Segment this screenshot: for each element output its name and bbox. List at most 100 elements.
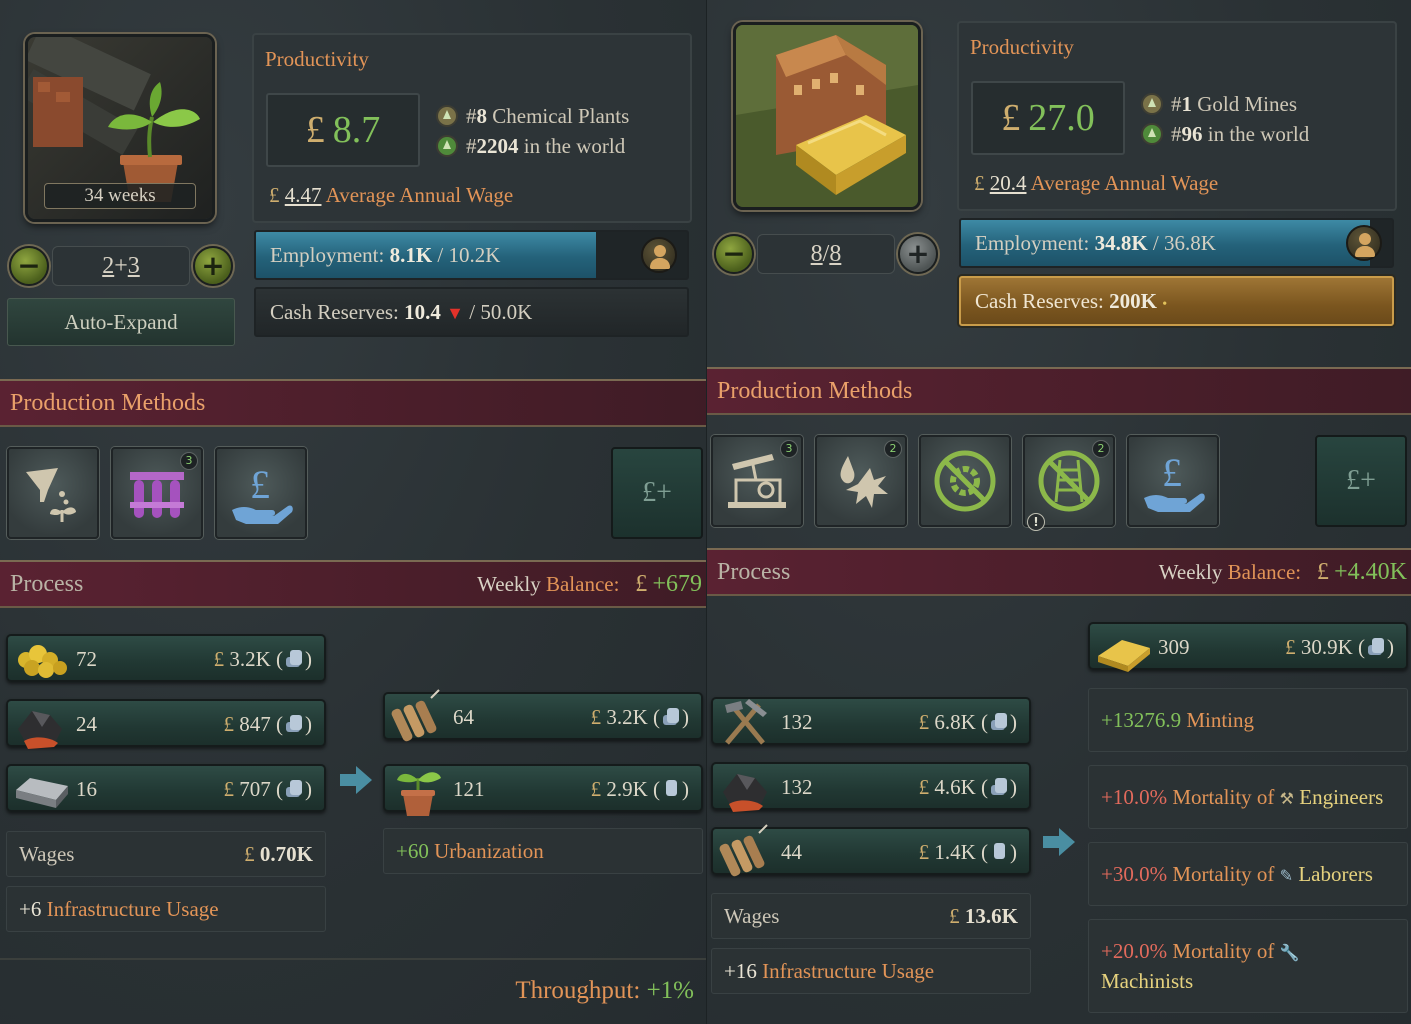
svg-text:£: £ <box>250 462 270 507</box>
no-rail-icon <box>1038 450 1100 512</box>
funnel-plant-icon <box>26 468 76 522</box>
balance-label: Balance: <box>545 572 620 596</box>
employment-max: / 10.2K <box>437 243 501 267</box>
pm-subsidize-button[interactable]: £+ <box>611 447 703 539</box>
coin-single-icon <box>666 780 677 796</box>
throughput-value: +1% <box>646 977 694 1004</box>
pm-test-tubes-method[interactable]: 3 <box>111 447 203 539</box>
pound-hand-icon: £ <box>232 462 293 524</box>
downsize-button[interactable]: − <box>9 246 49 286</box>
coin-stack-icon <box>286 715 302 732</box>
pm-subsidize-button[interactable]: £+ <box>1315 435 1407 527</box>
pm-no-automation-method[interactable] <box>919 435 1011 527</box>
rank-world-label: in the world <box>1207 121 1310 146</box>
input-qty: 132 <box>781 775 813 799</box>
weekly-label: Weekly <box>477 572 541 596</box>
explosives-icon <box>719 824 768 877</box>
employment-bar[interactable]: Employment: 34.8K / 36.8K <box>959 218 1394 268</box>
output-good-gold[interactable]: 309 £ 30.9K () <box>1088 622 1408 672</box>
downsize-button[interactable]: − <box>714 234 754 274</box>
tools-icon <box>725 699 767 745</box>
throughput: Throughput: +1% <box>515 977 694 1005</box>
cash-reserves-bar[interactable]: Cash Reserves: 200K • <box>959 276 1394 326</box>
wages-value: £ 0.70K <box>244 842 313 866</box>
no-gear-icon <box>934 450 996 512</box>
input-good-coal[interactable]: 24 £ 847 () <box>6 699 326 749</box>
employment-text: Employment: 34.8K / 36.8K <box>975 220 1216 266</box>
rank-industry: #1 Gold Mines <box>1141 89 1297 119</box>
average-wage-label: Average Annual Wage <box>1030 171 1219 195</box>
input-good-sulfur[interactable]: 72 £ 3.2K () <box>6 634 326 682</box>
wages-value: £ 13.6K <box>949 904 1018 928</box>
cash-reserves-current: 10.4 <box>404 300 441 324</box>
wages-row: Wages £ 0.70K <box>6 831 326 877</box>
minting-row: +13276.9 Minting <box>1088 688 1408 752</box>
pm-no-rail-method[interactable]: 2 ! <box>1023 435 1115 531</box>
expand-button[interactable]: + <box>193 246 233 286</box>
explosives-icon <box>391 689 440 742</box>
mortality-machinists-row: +20.0% Mortality of 🔧 Machinists <box>1088 919 1408 1013</box>
cash-reserves-text: Cash Reserves: 200K • <box>975 278 1168 324</box>
cash-reserves-bar[interactable]: Cash Reserves: 10.4 ▼ / 50.0K <box>254 287 689 337</box>
output-qty: 309 <box>1158 635 1190 659</box>
productivity-title: Productivity <box>265 47 369 71</box>
average-wage-value[interactable]: 4.47 <box>285 183 322 207</box>
pm-explosives-method[interactable]: 2 <box>815 435 907 527</box>
iron-icon <box>16 778 68 808</box>
output-good-explosives[interactable]: 64 £ 3.2K () <box>383 689 703 742</box>
gold-mine-picture-icon <box>736 25 918 207</box>
hire-workers-icon[interactable] <box>641 237 677 273</box>
input-good-coal[interactable]: 132 £ 4.6K () <box>711 762 1031 812</box>
output-good-fertilizer[interactable]: 121 £ 2.9K () <box>383 764 703 816</box>
output-qty: 121 <box>453 777 485 801</box>
employment-current: 34.8K <box>1094 231 1148 255</box>
coal-icon <box>18 711 62 749</box>
auto-expand-button[interactable]: Auto-Expand <box>7 298 235 346</box>
coin-stack-icon <box>1368 638 1384 655</box>
throughput-label: Throughput: <box>515 977 641 1004</box>
level-extra: 3 <box>127 253 140 279</box>
production-methods-header: Production Methods <box>707 367 1411 415</box>
pm-mining-rig-method[interactable]: 3 <box>711 435 803 527</box>
rank-up-icon <box>436 135 458 157</box>
gold-mine-image[interactable] <box>733 22 921 210</box>
pm-ownership-method[interactable]: £ <box>1127 435 1219 527</box>
wage-currency-icon: £ <box>974 171 985 195</box>
chemical-plant-image[interactable]: 34 weeks <box>25 34 215 222</box>
expand-button[interactable]: + <box>898 234 938 274</box>
rank-up-icon <box>1141 123 1163 145</box>
rank-world-label: in the world <box>523 133 626 158</box>
balance-label: Balance: <box>1227 560 1302 584</box>
productivity-number: 27.0 <box>1028 97 1095 139</box>
infrastructure-label: Infrastructure Usage <box>46 897 219 921</box>
input-good-iron[interactable]: 16 £ 707 () <box>6 764 326 812</box>
rank-neutral-icon <box>1141 93 1163 115</box>
input-good-explosives[interactable]: 44 £ 1.4K () <box>711 824 1031 877</box>
status-dot-icon: • <box>1162 297 1168 312</box>
employment-bar[interactable]: Employment: 8.1K / 10.2K <box>254 230 689 280</box>
process-title: Process <box>10 571 84 597</box>
rank-world: #96 in the world <box>1141 119 1309 149</box>
input-good-tools[interactable]: 132 £ 6.8K () <box>711 697 1031 745</box>
currency-icon: £ <box>305 109 325 151</box>
mortality-label: Mortality of <box>1172 785 1275 809</box>
input-price: £ 847 () <box>223 712 313 736</box>
input-qty: 132 <box>781 710 813 734</box>
process-arrow-icon <box>340 766 372 794</box>
cash-reserves-label: Cash Reserves: <box>270 300 399 324</box>
average-wage-value[interactable]: 20.4 <box>990 171 1027 195</box>
pm-fertilizer-method[interactable] <box>7 447 99 539</box>
balance-value: +679 <box>652 571 702 597</box>
input-price: £ 4.6K () <box>918 775 1017 799</box>
input-qty: 24 <box>76 712 97 736</box>
average-wage: £ 20.4 Average Annual Wage <box>974 171 1218 196</box>
rank-world: #2204 in the world <box>436 131 625 161</box>
gold-icon <box>1098 640 1150 672</box>
rank-industry-number: 1 <box>1181 91 1193 116</box>
hire-workers-icon[interactable] <box>1346 225 1382 261</box>
input-qty: 72 <box>76 647 97 671</box>
level-separator: + <box>114 253 128 279</box>
pm-ownership-method[interactable]: £ <box>215 447 307 539</box>
infrastructure-row: +6 Infrastructure Usage <box>6 886 326 932</box>
building-level-display: 2+3 <box>52 246 190 286</box>
